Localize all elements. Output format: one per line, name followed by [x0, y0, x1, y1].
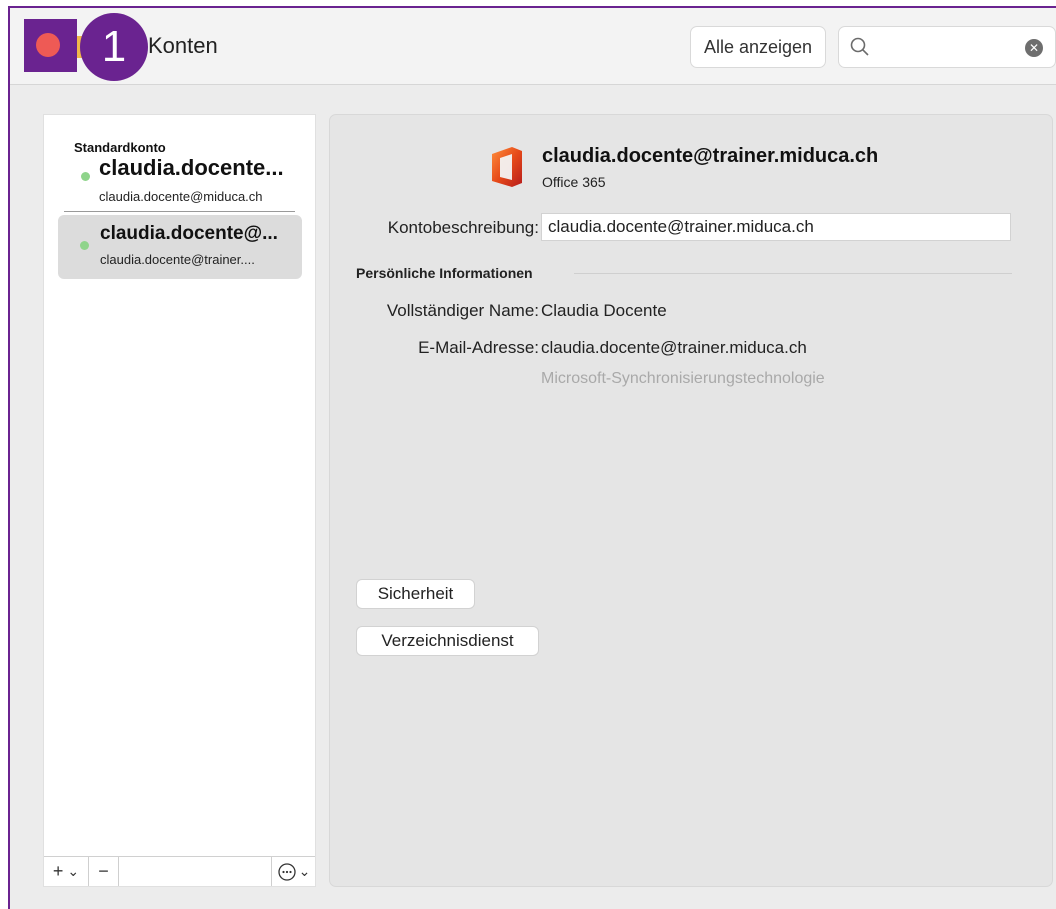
chevron-down-icon: ⌄ — [298, 863, 311, 879]
toolbar-spacer — [119, 857, 272, 886]
description-label: Kontobeschreibung: — [387, 218, 539, 237]
minus-icon: − — [98, 861, 109, 881]
clear-search-icon[interactable]: ✕ — [1025, 39, 1043, 57]
divider — [574, 273, 1012, 274]
remove-account-button[interactable]: − — [89, 857, 119, 886]
divider — [64, 211, 295, 212]
sync-technology-hint: Microsoft-Synchronisierungstechnologie — [541, 370, 825, 387]
directory-service-button[interactable]: Verzeichnisdienst — [356, 626, 539, 656]
window-title: Konten — [148, 33, 218, 58]
add-account-button[interactable]: + ⌄ — [44, 857, 89, 886]
search-icon — [850, 37, 869, 56]
account-list-toolbar: + ⌄ − ⌄ — [44, 856, 315, 886]
email-value: claudia.docente@trainer.miduca.ch — [541, 338, 807, 357]
account-name: claudia.docente@... — [100, 223, 278, 244]
account-email: claudia.docente@trainer.... — [100, 252, 255, 267]
office-logo-icon — [492, 147, 522, 187]
description-input[interactable] — [541, 213, 1011, 241]
list-item-selected-account[interactable]: claudia.docente@... claudia.docente@trai… — [58, 215, 302, 279]
account-title: claudia.docente@trainer.miduca.ch — [542, 145, 879, 167]
account-detail-panel: claudia.docente@trainer.miduca.ch Office… — [329, 114, 1053, 887]
account-email: claudia.docente@miduca.ch — [99, 189, 263, 204]
default-account-label: Standardkonto — [74, 140, 166, 155]
close-window-icon[interactable] — [36, 33, 60, 57]
status-dot-icon — [80, 241, 89, 250]
accounts-window: Konten Alle anzeigen ✕ Standardkonto cla… — [8, 6, 1056, 909]
account-name[interactable]: claudia.docente... — [99, 155, 284, 181]
fullname-value: Claudia Docente — [541, 301, 667, 320]
title-bar: Konten Alle anzeigen ✕ — [10, 8, 1056, 85]
security-button[interactable]: Sicherheit — [356, 579, 475, 609]
more-options-icon — [277, 862, 296, 881]
personal-info-heading: Persönliche Informationen — [356, 265, 533, 281]
fullname-label: Vollständiger Name: — [386, 301, 539, 320]
status-dot-icon — [81, 172, 90, 181]
email-label: E-Mail-Adresse: — [418, 338, 539, 357]
show-all-button[interactable]: Alle anzeigen — [690, 26, 826, 68]
chevron-down-icon: ⌄ — [67, 863, 80, 879]
search-field[interactable]: ✕ — [838, 26, 1056, 68]
step-badge: 1 — [80, 13, 148, 81]
highlight-marker — [24, 19, 77, 72]
account-type: Office 365 — [542, 174, 606, 190]
plus-icon: + — [52, 861, 64, 881]
more-options-button[interactable]: ⌄ — [272, 857, 315, 886]
account-list: Standardkonto claudia.docente... claudia… — [43, 114, 316, 887]
